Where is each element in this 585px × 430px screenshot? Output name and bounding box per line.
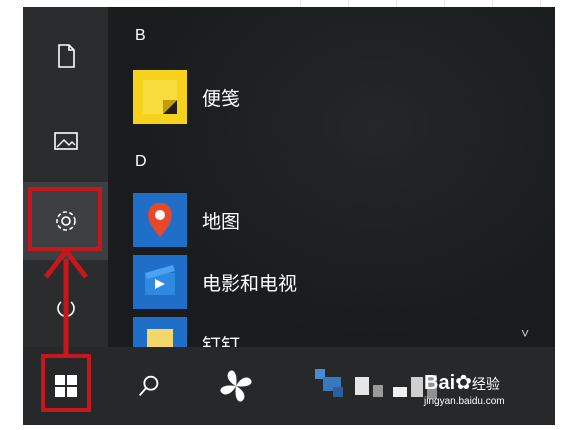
app-name: 电影和电视: [202, 273, 298, 295]
baidu-watermark: Bai✿经验: [424, 370, 500, 395]
search-button[interactable]: [126, 347, 171, 425]
section-letter-b[interactable]: B: [135, 27, 146, 45]
document-icon: [57, 44, 75, 68]
movies-tv-icon: [133, 255, 187, 309]
watermark-suffix: 经验: [471, 376, 500, 392]
app-name: 地图: [202, 211, 241, 233]
sticky-notes-icon: [133, 70, 187, 124]
paw-icon: ✿: [455, 372, 472, 394]
search-icon: [138, 375, 158, 396]
app-item-maps[interactable]: 地图: [133, 191, 553, 249]
start-menu-window: B 便笺 D 地图 电影和电视 钉钉 ˅: [23, 7, 555, 425]
rail-pictures[interactable]: [23, 102, 108, 180]
app-item-movies-tv[interactable]: 电影和电视: [133, 253, 553, 311]
background-grid: [300, 0, 585, 7]
maps-icon: [133, 193, 187, 247]
pinwheel-app-icon: [220, 370, 252, 402]
rail-documents[interactable]: [23, 17, 108, 95]
section-letter-d[interactable]: D: [135, 153, 147, 171]
app-name: 便笺: [202, 88, 241, 110]
highlight-settings-box: [28, 187, 102, 251]
watermark-url: jingyan.baidu.com: [424, 396, 505, 407]
highlight-start-box: [41, 354, 91, 412]
watermark-brand: Bai: [424, 372, 456, 394]
app-item-sticky-notes[interactable]: 便笺: [133, 68, 553, 126]
scroll-chevron[interactable]: ˅: [521, 325, 529, 341]
app-list: B 便笺 D 地图 电影和电视 钉钉 ˅: [108, 7, 555, 371]
red-arrow: [44, 246, 88, 357]
pictures-icon: [53, 132, 78, 150]
pinned-app-pinwheel[interactable]: [211, 347, 261, 425]
